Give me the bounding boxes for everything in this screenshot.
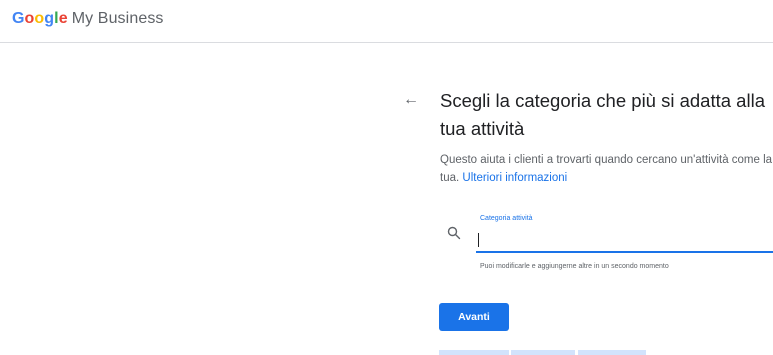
logo-letter: o (34, 10, 45, 27)
logo-letter: e (58, 10, 68, 27)
logo-letter: o (24, 10, 35, 27)
page-description: Questo aiuta i clienti a trovarti quando… (440, 151, 773, 187)
logo-letter: g (44, 10, 55, 27)
partial-button (439, 350, 509, 355)
next-button[interactable]: Avanti (439, 303, 509, 331)
learn-more-link[interactable]: Ulteriori informazioni (462, 172, 567, 184)
page-title-text: Scegli la categoria che più si adatta al… (440, 90, 765, 139)
google-my-business-logo[interactable]: Google My Business (12, 10, 164, 28)
category-field-label: Categoria attività (480, 215, 533, 222)
partial-button (578, 350, 646, 355)
back-arrow-icon[interactable]: ← (403, 91, 419, 109)
app-header: Google My Business (0, 0, 773, 43)
search-icon (447, 226, 461, 240)
field-hint: Puoi modificarle e aggiungerne altre in … (480, 263, 669, 270)
logo-letter: G (12, 10, 25, 27)
partial-button (511, 350, 575, 355)
product-name: My Business (71, 10, 164, 27)
text-cursor (478, 233, 479, 247)
page-title: Scegli la categoria che più si adatta al… (440, 87, 773, 143)
category-input[interactable] (476, 228, 773, 253)
